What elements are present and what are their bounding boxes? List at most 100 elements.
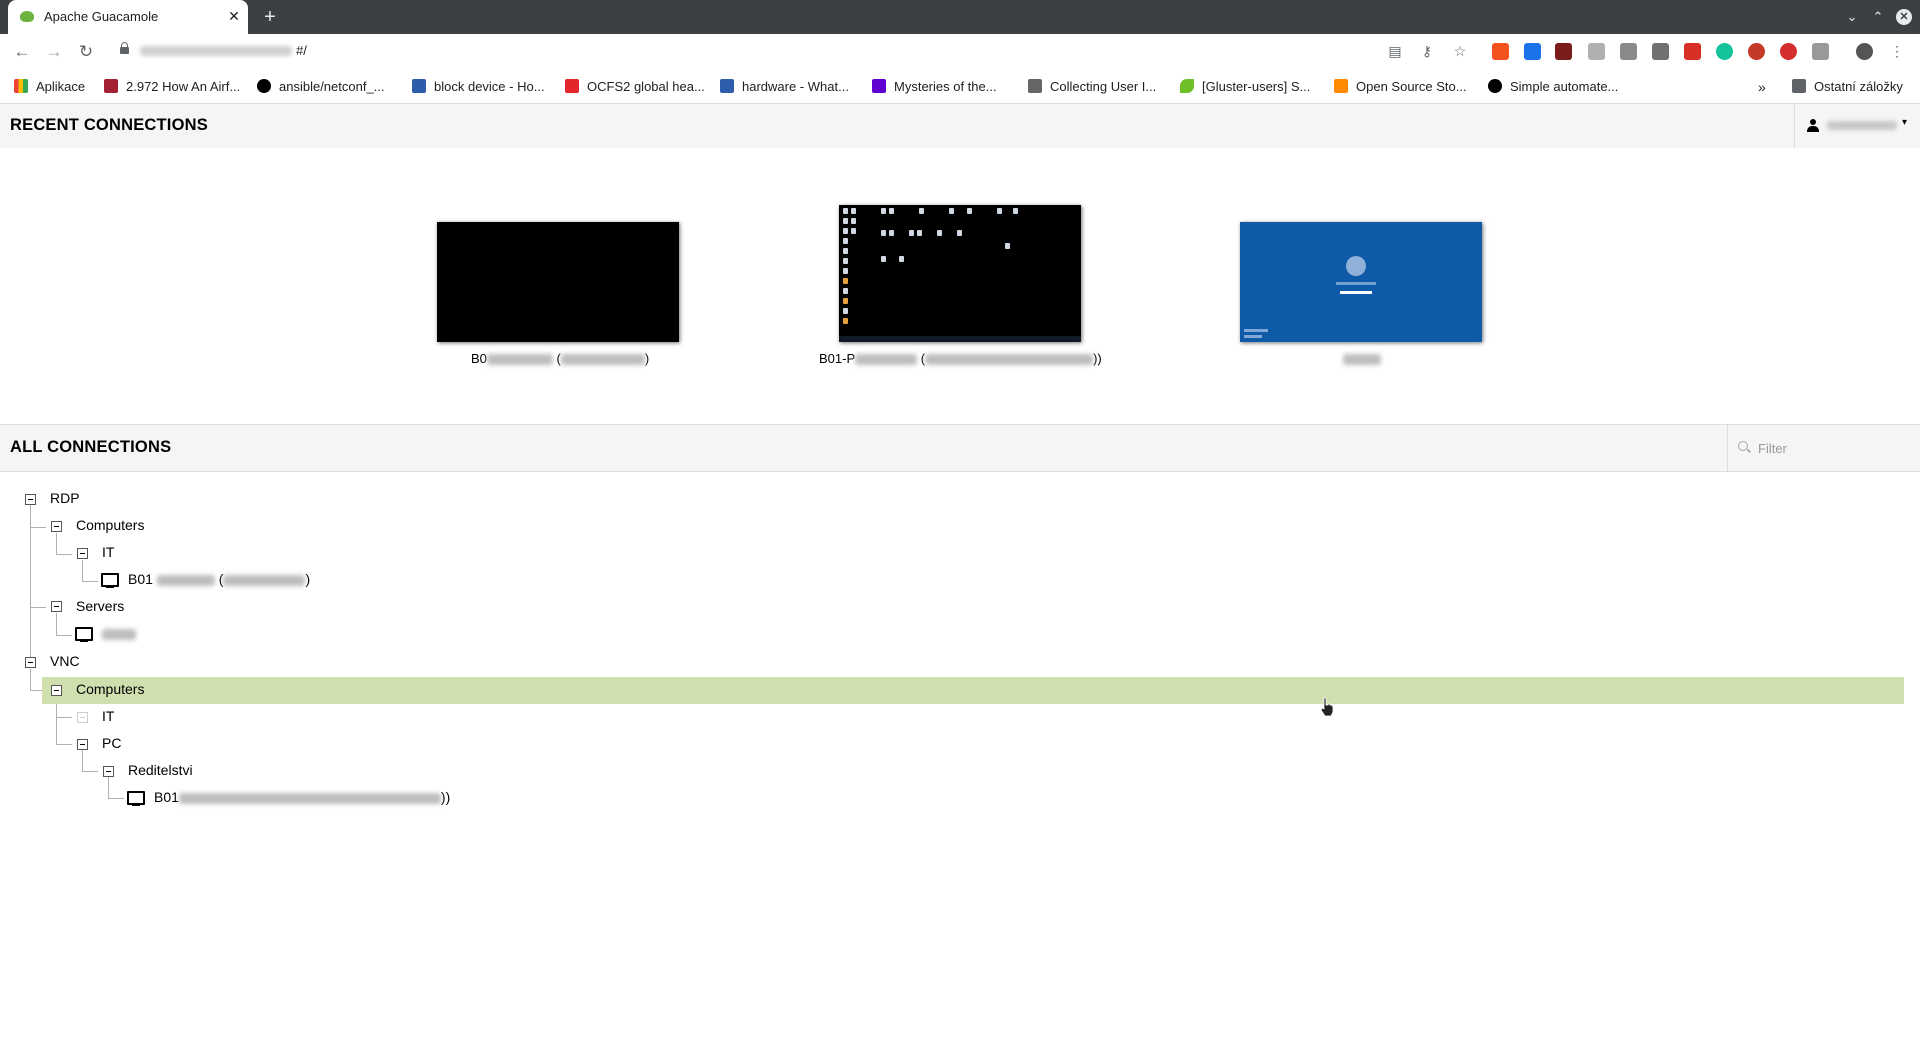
page-title: RECENT CONNECTIONS	[10, 116, 208, 134]
window-close-icon[interactable]: ✕	[1896, 9, 1912, 25]
desktop-icon	[843, 318, 848, 324]
reload-icon[interactable]: ↻	[74, 40, 98, 64]
browser-tab-strip: Apache Guacamole ✕ + ⌄ ⌃ ✕	[0, 0, 1920, 34]
collapse-icon[interactable]	[51, 685, 62, 696]
tree-group-pc[interactable]: PC	[102, 735, 121, 751]
github-icon	[1488, 79, 1502, 93]
desktop-icon	[917, 230, 922, 236]
maximize-icon[interactable]: ⌃	[1868, 7, 1888, 27]
tree-line	[56, 717, 72, 718]
tree-line	[82, 560, 83, 582]
filter-box	[1727, 425, 1920, 471]
desktop-icon	[843, 308, 848, 314]
tree-line	[30, 669, 31, 691]
tree-line	[56, 635, 72, 636]
extension-calendar-icon[interactable]	[1684, 43, 1701, 60]
taskbar	[839, 336, 1081, 342]
forward-icon[interactable]: →	[42, 40, 66, 64]
collapse-icon[interactable]	[77, 712, 88, 723]
extension-puzzle-icon[interactable]	[1812, 43, 1829, 60]
bookmark-item[interactable]: OCFS2 global hea...	[565, 78, 705, 96]
tree-connection[interactable]: B01 ()	[128, 571, 310, 587]
filter-input[interactable]	[1756, 437, 1910, 459]
bookmark-item[interactable]: 2.972 How An Airf...	[104, 78, 240, 96]
connection-name[interactable]: B01-P ())	[819, 351, 1102, 366]
tree-group-it[interactable]: IT	[102, 708, 114, 724]
collapse-icon[interactable]	[77, 739, 88, 750]
collapse-icon[interactable]	[51, 601, 62, 612]
redacted-text	[486, 354, 553, 366]
bookmark-item[interactable]: ansible/netconf_...	[257, 78, 385, 96]
tree-group-reditelstvi[interactable]: Reditelstvi	[128, 762, 193, 778]
collapse-icon[interactable]	[77, 548, 88, 559]
desktop-icon	[843, 228, 848, 234]
extension-window-icon[interactable]	[1524, 43, 1541, 60]
collapse-icon[interactable]	[25, 657, 36, 668]
tree-connection[interactable]	[102, 625, 136, 641]
grammarly-icon[interactable]	[1716, 43, 1733, 60]
blogger-icon	[1334, 79, 1348, 93]
bookmark-item[interactable]: [Gluster-users] S...	[1180, 78, 1310, 96]
bookmark-item[interactable]: Simple automate...	[1488, 78, 1618, 96]
more-bookmarks-button[interactable]: »	[1758, 78, 1766, 96]
tree-group-computers[interactable]: Computers	[76, 681, 144, 697]
address-bar-url[interactable]: #/	[296, 43, 307, 58]
bookmark-item[interactable]: block device - Ho...	[412, 78, 545, 96]
connection-thumbnail[interactable]	[1240, 222, 1482, 342]
desktop-icon	[851, 228, 856, 234]
collapse-icon[interactable]	[103, 766, 114, 777]
collapse-icon[interactable]	[25, 494, 36, 505]
browser-tab[interactable]: Apache Guacamole ✕	[8, 0, 248, 34]
new-tab-button[interactable]: +	[258, 5, 282, 29]
profile-avatar-icon[interactable]	[1856, 43, 1873, 60]
connection-name[interactable]	[1343, 351, 1381, 366]
desktop-icon	[851, 218, 856, 224]
tree-group-vnc[interactable]: VNC	[50, 653, 80, 669]
desktop-icon	[889, 230, 894, 236]
adblock-icon[interactable]	[1780, 43, 1797, 60]
mit-icon	[104, 79, 118, 93]
desktop-icon	[949, 208, 954, 214]
tab-search-icon[interactable]: ⌄	[1842, 7, 1862, 27]
desktop-icon	[843, 258, 848, 264]
kebab-menu-icon[interactable]: ⋮	[1888, 42, 1906, 60]
extension-mail-icon[interactable]	[1588, 43, 1605, 60]
lock-icon	[120, 42, 129, 54]
chevron-down-icon: ▾	[1902, 117, 1908, 128]
tree-group-computers[interactable]: Computers	[76, 517, 144, 533]
tab-close-icon[interactable]: ✕	[224, 6, 244, 26]
extension-dark-icon[interactable]	[1555, 43, 1572, 60]
connection-thumbnail[interactable]	[839, 205, 1081, 342]
desktop-icon	[843, 248, 848, 254]
desktop-icon	[889, 208, 894, 214]
tree-group-rdp[interactable]: RDP	[50, 490, 80, 506]
tree-line	[108, 777, 109, 799]
clipboard-icon[interactable]: ▤	[1386, 42, 1404, 60]
bookmark-item[interactable]: Collecting User I...	[1028, 78, 1156, 96]
apps-grid-icon	[14, 79, 28, 93]
bookmark-item[interactable]: Mysteries of the...	[872, 78, 997, 96]
extension-grid-icon[interactable]	[1652, 43, 1669, 60]
folder-icon	[1792, 79, 1806, 93]
tree-line	[82, 750, 83, 772]
tree-group-servers[interactable]: Servers	[76, 598, 124, 614]
desktop-icon	[843, 298, 848, 304]
other-bookmarks-folder[interactable]: Ostatní záložky	[1792, 78, 1903, 96]
tree-connection[interactable]: B01))	[154, 789, 450, 805]
tree-group-it[interactable]: IT	[102, 544, 114, 560]
bookmark-item[interactable]: Aplikace	[14, 78, 85, 96]
extension-fire-icon[interactable]	[1492, 43, 1509, 60]
connection-thumbnail[interactable]	[437, 222, 679, 342]
section-title: ALL CONNECTIONS	[10, 438, 172, 456]
desktop-icon	[967, 208, 972, 214]
collapse-icon[interactable]	[51, 521, 62, 532]
bookmark-item[interactable]: hardware - What...	[720, 78, 849, 96]
key-icon[interactable]: ⚷	[1418, 42, 1436, 60]
extension-camera-icon[interactable]	[1620, 43, 1637, 60]
back-icon[interactable]: ←	[10, 40, 34, 64]
bookmark-star-icon[interactable]: ☆	[1451, 42, 1469, 60]
connection-name[interactable]: B0 ()	[471, 351, 649, 366]
bookmark-item[interactable]: Open Source Sto...	[1334, 78, 1467, 96]
user-menu[interactable]: ▾	[1794, 104, 1920, 148]
extension-circle-icon[interactable]	[1748, 43, 1765, 60]
